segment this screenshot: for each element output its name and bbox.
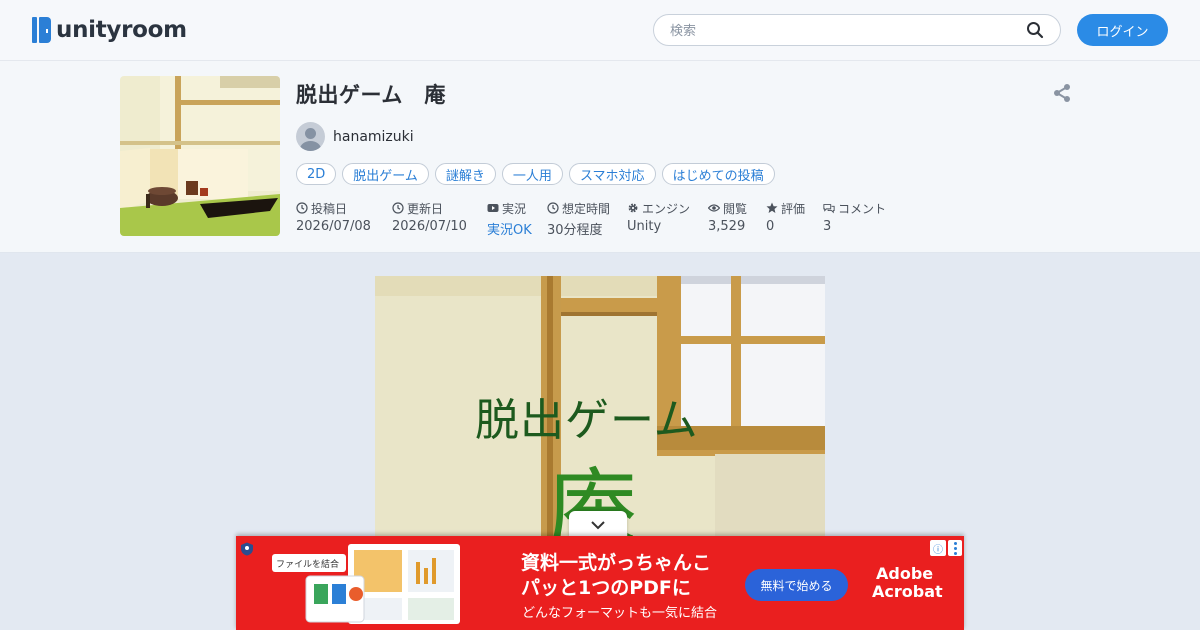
meta-value: 3 [823, 219, 832, 234]
ad-more-menu-icon[interactable] [948, 540, 962, 556]
top-navigation-bar: unityroom ログイン [0, 0, 1200, 61]
ad-cta-button[interactable]: 無料で始める [745, 569, 848, 601]
logo-icon [32, 15, 52, 45]
ad-headline: 資料一式がっちゃんこ [521, 552, 712, 574]
meta-posted-date: 投稿日 2026/07/08 [296, 200, 371, 235]
chevron-down-icon [591, 520, 605, 529]
tag-item[interactable]: 2D [296, 163, 337, 185]
tag-item[interactable]: スマホ対応 [568, 163, 656, 185]
meta-value: 2026/07/10 [392, 219, 467, 234]
meta-label-text: 想定時間 [562, 201, 611, 216]
meta-label-text: コメント [838, 201, 887, 216]
ad-description: どんなフォーマットも一気に結合 [522, 606, 718, 621]
meta-label-text: 評価 [781, 201, 806, 216]
meta-label-text: 実況 [502, 201, 527, 216]
comment-icon [823, 204, 835, 214]
meta-value: 30分程度 [547, 223, 603, 238]
game-canvas[interactable]: 脱出ゲーム 庵 [375, 276, 825, 536]
tag-item[interactable]: 一人用 [501, 163, 563, 185]
meta-value: 0 [766, 219, 775, 234]
collapse-ad-button[interactable] [569, 511, 627, 538]
game-thumbnail[interactable] [120, 76, 280, 236]
ad-brand-name: Adobe [876, 564, 934, 583]
ad-chip-label: ファイルを結合 [272, 554, 346, 572]
meta-label-text: エンジン [642, 201, 691, 216]
search-icon[interactable] [1026, 21, 1044, 39]
tag-list: 2D 脱出ゲーム 謎解き 一人用 スマホ対応 はじめての投稿 [296, 163, 775, 185]
meta-updated-date: 更新日 2026/07/10 [392, 200, 467, 235]
search-input[interactable] [670, 21, 1020, 41]
meta-views: 閲覧 3,529 [708, 200, 747, 234]
unityroom-logo[interactable]: unityroom [32, 14, 187, 46]
share-icon[interactable] [1052, 83, 1072, 103]
login-button[interactable]: ログイン [1077, 14, 1168, 46]
clock-icon [547, 202, 559, 214]
ad-subheadline: パッと1つのPDFに [521, 577, 691, 599]
meta-engine: エンジン Unity [627, 200, 691, 235]
author-name: hanamizuki [333, 128, 414, 145]
meta-value: 2026/07/08 [296, 219, 371, 234]
meta-value: Unity [627, 219, 662, 234]
game-info-panel: 脱出ゲーム 庵 hanamizuki 2D 脱出ゲーム 謎解き 一人用 スマホ対… [0, 61, 1200, 253]
search-box [653, 14, 1061, 46]
clock-icon [392, 202, 404, 214]
meta-streaming: 実況 実況OK [487, 200, 532, 239]
meta-playtime: 想定時間 30分程度 [547, 200, 611, 239]
meta-label-text: 投稿日 [311, 201, 348, 216]
meta-rating: 評価 0 [766, 200, 806, 235]
eye-icon [708, 204, 720, 212]
ad-brand-product: Acrobat [872, 582, 943, 601]
shield-icon [241, 542, 253, 556]
tag-item[interactable]: 謎解き [434, 163, 496, 185]
ad-info-icon[interactable]: ⓘ [930, 540, 946, 556]
video-icon [487, 204, 499, 212]
meta-value: 3,529 [708, 219, 746, 234]
gear-icon [628, 203, 638, 213]
tag-item[interactable]: はじめての投稿 [661, 163, 775, 185]
ad-banner[interactable]: ファイルを結合 資料一式がっちゃんこ パッと1つのPDFに どんなフォーマットも… [236, 536, 964, 630]
logo-text: unityroom [56, 17, 187, 43]
tag-item[interactable]: 脱出ゲーム [342, 163, 429, 185]
clock-icon [296, 202, 308, 214]
meta-comments: コメント 3 [823, 200, 887, 235]
game-title: 脱出ゲーム 庵 [296, 83, 446, 107]
star-icon [766, 202, 778, 213]
author-link[interactable]: hanamizuki [296, 122, 414, 151]
streaming-ok-link[interactable]: 実況OK [487, 219, 532, 238]
meta-label-text: 更新日 [407, 201, 444, 216]
avatar [296, 122, 325, 151]
meta-label-text: 閲覧 [723, 201, 748, 216]
